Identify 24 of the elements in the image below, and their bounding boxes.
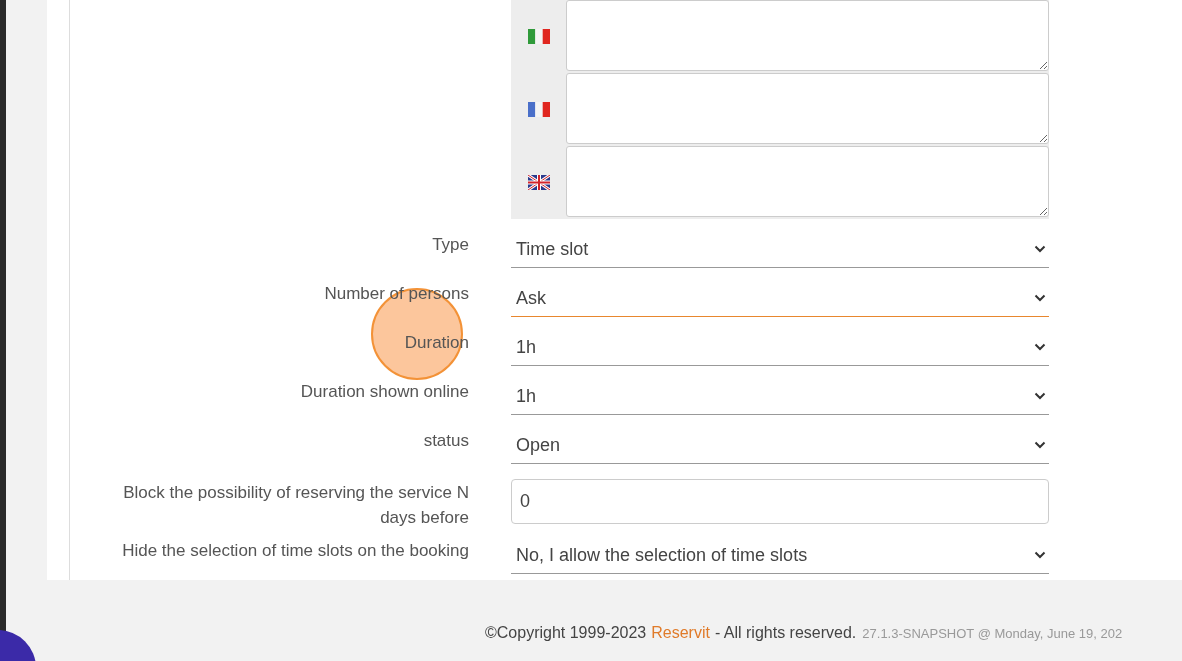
number-input-field[interactable]: 0	[511, 479, 1049, 524]
translation-textarea[interactable]	[566, 73, 1049, 144]
field-label: Hide the selection of time slots on the booking	[121, 540, 469, 562]
version-text: 27.1.3-SNAPSHOT @ Monday, June 19, 202	[862, 626, 1123, 641]
dropdown-field[interactable]: 1h	[511, 329, 1049, 366]
translation-textarea[interactable]	[566, 146, 1049, 217]
field-label: status	[422, 430, 469, 452]
chevron-down-icon	[1034, 551, 1046, 559]
dropdown-field[interactable]: Ask	[511, 280, 1049, 317]
chevron-down-icon	[1034, 441, 1046, 449]
chevron-down-icon	[1034, 294, 1046, 302]
chevron-down-icon	[1034, 392, 1046, 400]
dropdown-field[interactable]: No, I allow the selection of time slots	[511, 537, 1049, 574]
translation-textarea[interactable]	[566, 0, 1049, 71]
dropdown-field[interactable]: Open	[511, 427, 1049, 464]
field-label: Type	[431, 234, 469, 256]
dropdown-field[interactable]: Time slot	[511, 231, 1049, 268]
copyright-text: ©Copyright 1999-2023	[485, 624, 647, 642]
field-label: Duration shown online	[299, 381, 469, 403]
field-label: Block the possibility of reserving the service N days before	[122, 482, 469, 529]
rights-text: - All rights reserved.	[714, 624, 857, 642]
dropdown-field[interactable]: 1h	[511, 378, 1049, 415]
chevron-down-icon	[1034, 245, 1046, 253]
chevron-down-icon	[1034, 343, 1046, 351]
